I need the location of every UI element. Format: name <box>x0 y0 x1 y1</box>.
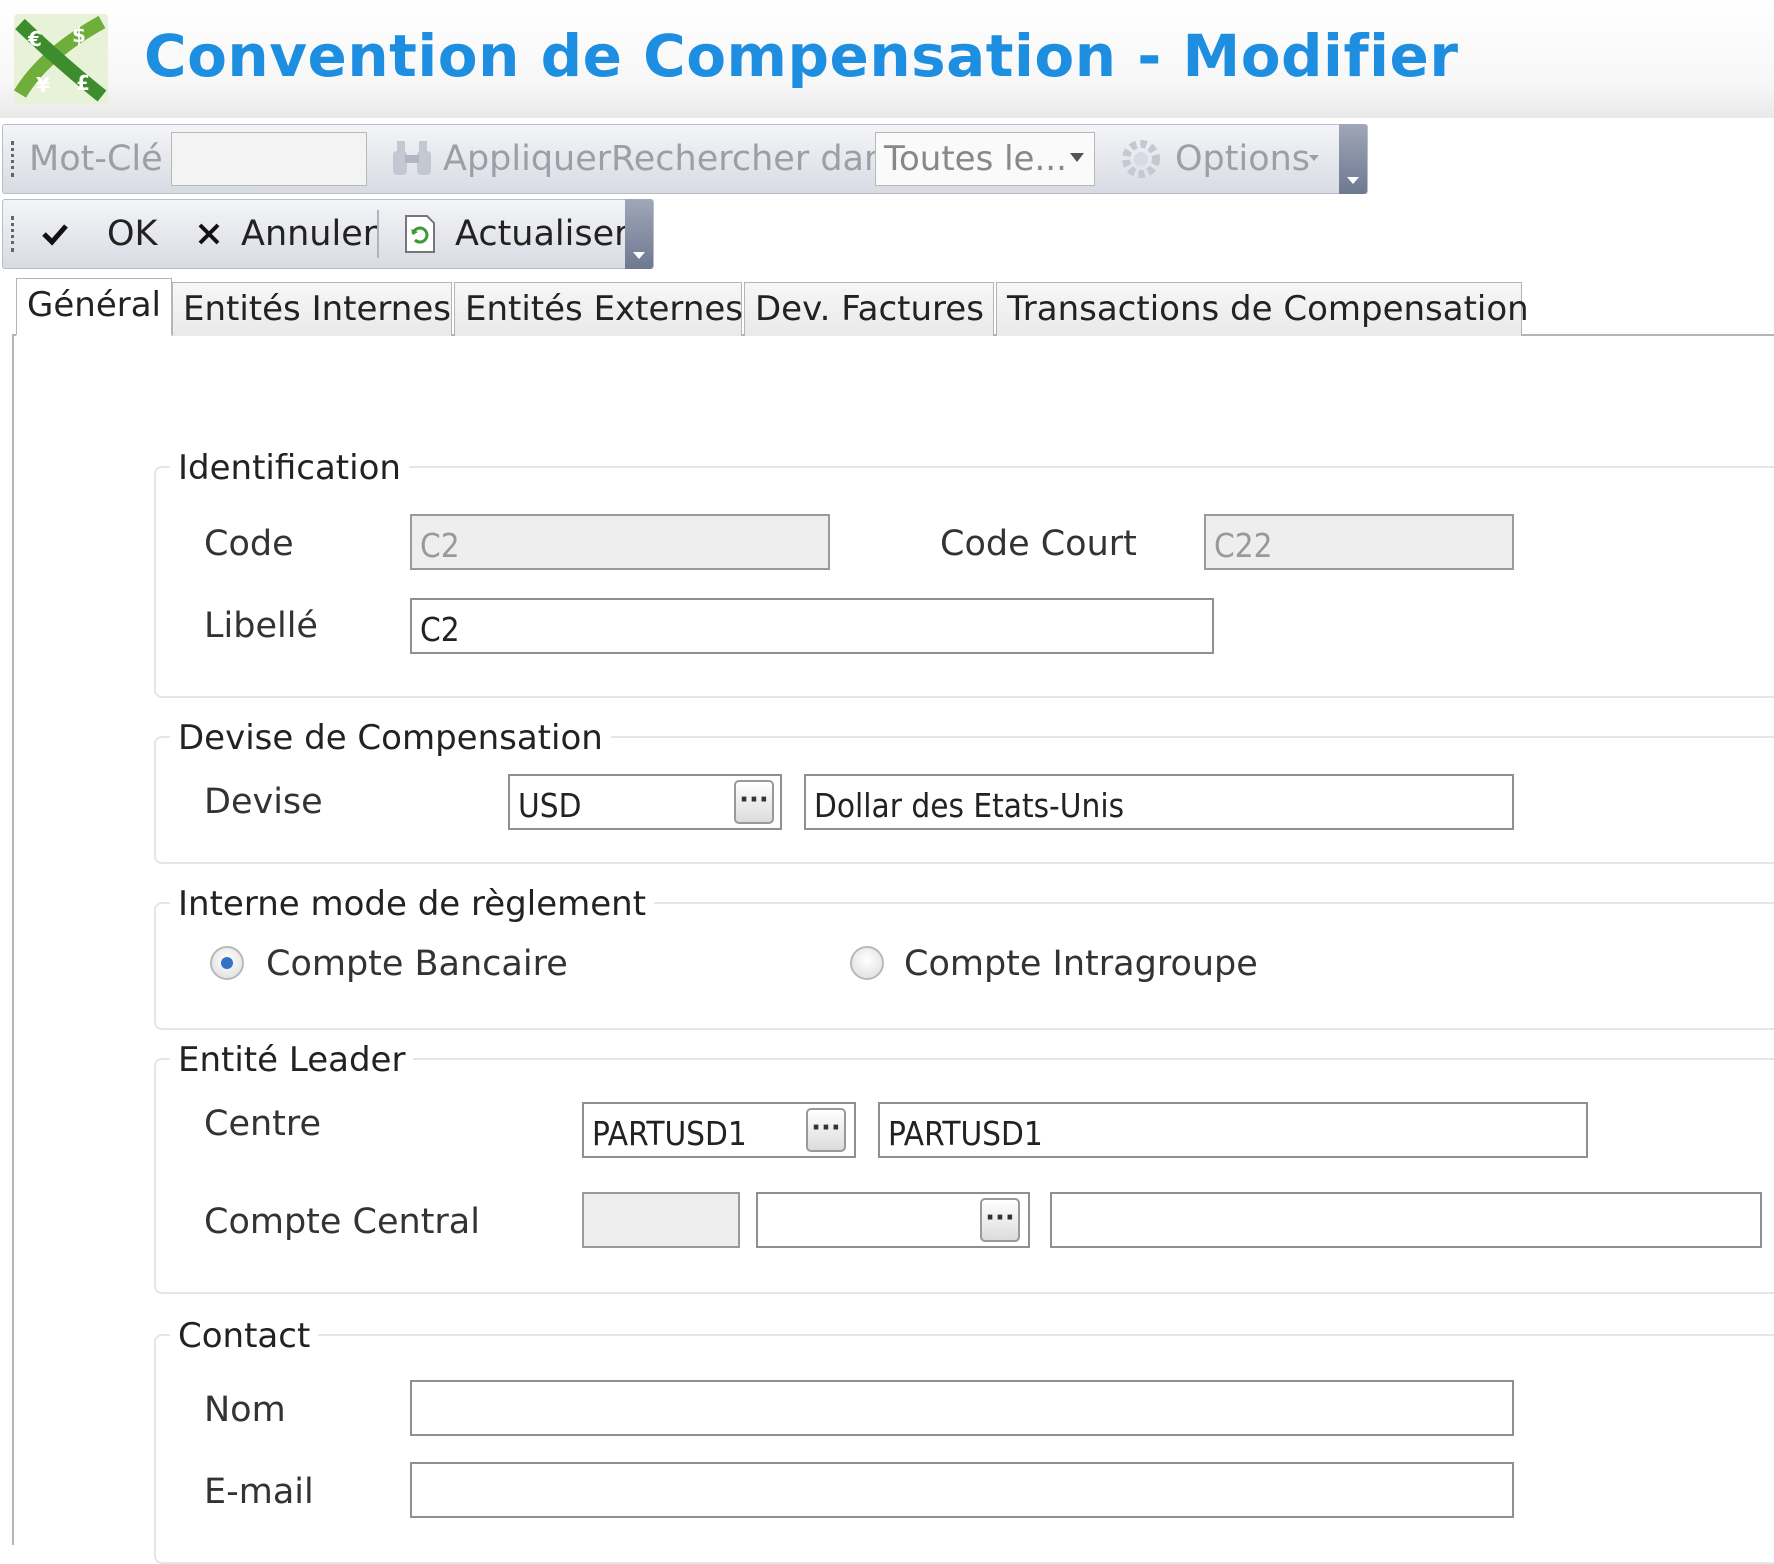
central-account-name-field[interactable] <box>1050 1192 1762 1248</box>
label-field[interactable]: C2 <box>410 598 1214 654</box>
binoculars-icon <box>389 137 435 181</box>
leader-group <box>154 1058 1774 1294</box>
currency-exchange-icon: € $ ¥ £ <box>13 14 108 104</box>
bank-account-option-label: Compte Bancaire <box>266 944 568 984</box>
checkmark-icon <box>39 218 71 250</box>
central-account-prefix-field[interactable] <box>582 1192 740 1248</box>
window-header: € $ ¥ £ Convention de Compensation - Mod… <box>0 0 1774 118</box>
bank-account-radio[interactable] <box>210 946 244 980</box>
name-label: Nom <box>204 1390 286 1430</box>
code-label: Code <box>204 524 294 564</box>
svg-text:£: £ <box>76 71 90 95</box>
leader-title: Entité Leader <box>170 1040 414 1080</box>
cancel-button[interactable]: Annuler <box>241 214 377 254</box>
centre-label: Centre <box>204 1104 322 1144</box>
svg-text:€: € <box>27 27 42 51</box>
chevron-down-icon <box>1070 153 1084 162</box>
currency-title: Devise de Compensation <box>170 718 611 758</box>
svg-text:$: $ <box>72 23 86 47</box>
currency-name-field[interactable]: Dollar des Etats-Unis <box>804 774 1514 830</box>
toolbar-grip[interactable] <box>11 141 15 177</box>
toolbar-overflow-button[interactable] <box>1339 124 1367 194</box>
close-icon <box>195 220 223 248</box>
keyword-input[interactable] <box>171 132 367 186</box>
tab-internal-entities[interactable]: Entités Internes <box>172 282 452 336</box>
central-account-lookup-button[interactable]: ··· <box>980 1198 1020 1242</box>
toolbar-grip[interactable] <box>11 216 15 252</box>
options-button[interactable]: Options <box>1175 139 1310 179</box>
toolbar-separator <box>377 210 379 258</box>
short-code-field[interactable]: C22 <box>1204 514 1514 570</box>
svg-text:¥: ¥ <box>36 73 50 97</box>
currency-lookup-button[interactable]: ··· <box>734 780 774 824</box>
label-label: Libellé <box>204 606 318 646</box>
gear-icon <box>1119 137 1163 181</box>
intragroup-account-option-label: Compte Intragroupe <box>904 944 1258 984</box>
toolbar-overflow-button[interactable] <box>625 199 653 269</box>
tab-general[interactable]: Général <box>16 278 172 336</box>
options-chevron-icon <box>1309 155 1319 161</box>
short-code-label: Code Court <box>940 524 1137 564</box>
centre-name-field[interactable]: PARTUSD1 <box>878 1102 1588 1158</box>
identification-group <box>154 466 1774 698</box>
refresh-button[interactable]: Actualiser <box>455 214 629 254</box>
centre-lookup-button[interactable]: ··· <box>806 1108 846 1152</box>
identification-title: Identification <box>170 448 409 488</box>
contact-title: Contact <box>170 1316 319 1356</box>
tab-compensation-transactions[interactable]: Transactions de Compensation <box>996 282 1529 336</box>
name-field[interactable] <box>410 1380 1514 1436</box>
page-title: Convention de Compensation - Modifier <box>144 22 1459 90</box>
central-account-label: Compte Central <box>204 1202 480 1242</box>
tab-invoice-currencies[interactable]: Dev. Factures <box>744 282 994 336</box>
search-in-label: Rechercher dans <box>611 139 905 179</box>
search-toolbar: Mot-Clé Appliquer Rechercher dans Toutes… <box>2 124 1368 194</box>
action-toolbar: OK Annuler Actualiser <box>2 199 654 269</box>
contact-group <box>154 1334 1774 1564</box>
currency-label: Devise <box>204 782 323 822</box>
tab-external-entities[interactable]: Entités Externes <box>454 282 743 336</box>
email-label: E-mail <box>204 1472 314 1512</box>
refresh-document-icon <box>403 214 437 254</box>
search-in-select[interactable]: Toutes le... <box>875 132 1095 186</box>
code-field[interactable]: C2 <box>410 514 830 570</box>
keyword-label: Mot-Clé <box>29 139 163 179</box>
apply-button[interactable]: Appliquer <box>443 139 611 179</box>
intragroup-account-radio[interactable] <box>850 946 884 980</box>
email-field[interactable] <box>410 1462 1514 1518</box>
settlement-title: Interne mode de règlement <box>170 884 655 924</box>
ok-button[interactable]: OK <box>107 214 158 254</box>
search-in-value: Toutes le... <box>884 139 1067 179</box>
